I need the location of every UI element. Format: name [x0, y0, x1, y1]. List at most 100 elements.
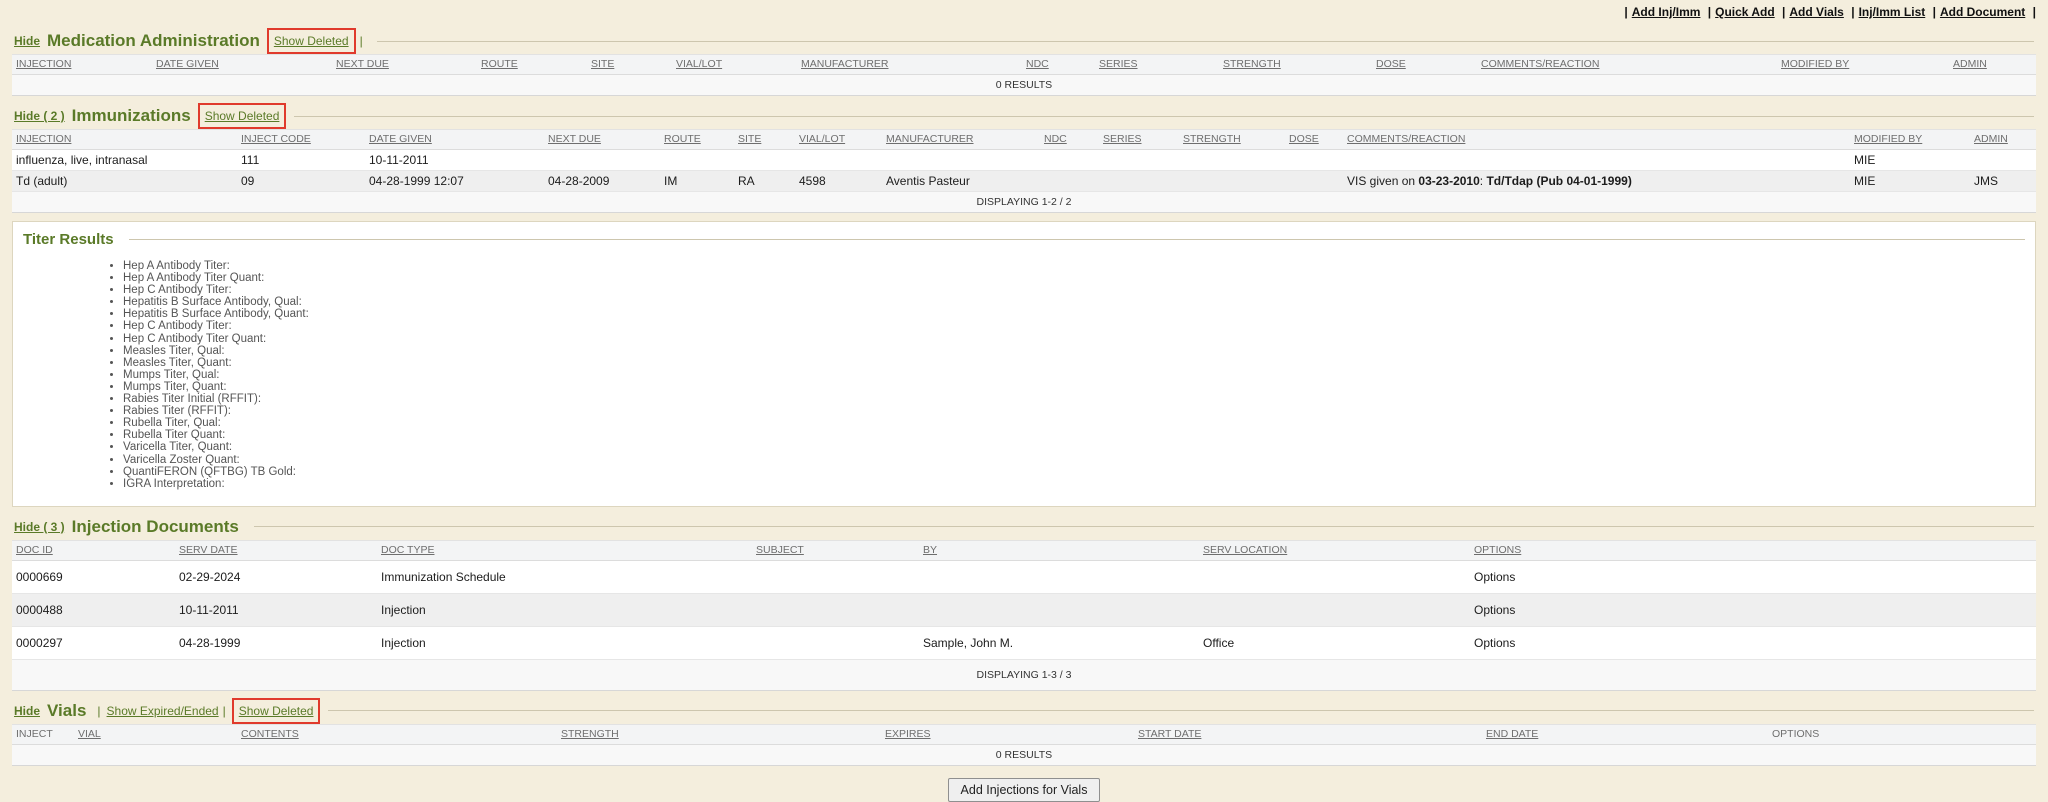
sort-injection[interactable]: INJECTION — [12, 130, 237, 150]
add-document-link[interactable]: Add Document — [1940, 5, 2025, 19]
list-item: Hep C Antibody Titer: — [123, 320, 2035, 332]
site-cell — [734, 150, 795, 171]
sort-vial[interactable]: VIAL — [74, 724, 237, 744]
medication-administration-title: Medication Administration — [47, 31, 260, 51]
sort-expires[interactable]: EXPIRES — [881, 724, 1134, 744]
sort-series[interactable]: SERIES — [1095, 55, 1219, 75]
by-cell — [919, 560, 1199, 593]
sort-subject[interactable]: SUBJECT — [752, 540, 919, 560]
list-item: Mumps Titer, Qual: — [123, 369, 2035, 381]
header-rule — [294, 116, 2034, 117]
table-row[interactable]: 0000488 10-11-2011 Injection Options — [12, 593, 2036, 626]
sort-end-date[interactable]: END DATE — [1482, 724, 1768, 744]
empty-results-row: 0 RESULTS — [12, 744, 2036, 765]
table-row[interactable]: influenza, live, intranasal 111 10-11-20… — [12, 150, 2036, 171]
sort-strength[interactable]: STRENGTH — [1219, 55, 1372, 75]
separator: | — [1933, 5, 1936, 19]
hide-injection-documents-link[interactable]: Hide ( 3 ) — [14, 520, 65, 534]
inj-imm-list-link[interactable]: Inj/Imm List — [1859, 5, 1926, 19]
quick-add-link[interactable]: Quick Add — [1715, 5, 1775, 19]
hide-vials-link[interactable]: Hide — [14, 704, 40, 718]
sort-serv-date[interactable]: SERV DATE — [175, 540, 377, 560]
injection-cell: Td (adult) — [12, 171, 237, 192]
options-menu-link[interactable]: Options — [1470, 593, 2036, 626]
sort-doc-type[interactable]: DOC TYPE — [377, 540, 752, 560]
header-rule — [328, 710, 2034, 711]
immunizations-title: Immunizations — [72, 106, 191, 126]
hide-medication-administration-link[interactable]: Hide — [14, 34, 40, 48]
options-menu-link[interactable]: Options — [1470, 626, 2036, 659]
sort-strength[interactable]: STRENGTH — [1179, 130, 1285, 150]
doc-id-cell: 0000488 — [12, 593, 175, 626]
add-injections-for-vials-button[interactable]: Add Injections for Vials — [948, 778, 1101, 802]
list-item: Hep A Antibody Titer: — [123, 260, 2035, 272]
doc-type-cell: Injection — [377, 593, 752, 626]
sort-modified-by[interactable]: MODIFIED BY — [1777, 55, 1949, 75]
manufacturer-cell — [882, 150, 1040, 171]
doc-type-cell: Injection — [377, 626, 752, 659]
sort-manufacturer[interactable]: MANUFACTURER — [797, 55, 1022, 75]
sort-inject-code[interactable]: INJECT CODE — [237, 130, 365, 150]
sort-date-given[interactable]: DATE GIVEN — [365, 130, 544, 150]
sort-series[interactable]: SERIES — [1099, 130, 1179, 150]
sort-modified-by[interactable]: MODIFIED BY — [1850, 130, 1970, 150]
hide-immunizations-link[interactable]: Hide ( 2 ) — [14, 109, 65, 123]
sort-strength[interactable]: STRENGTH — [557, 724, 881, 744]
sort-injection[interactable]: INJECTION — [12, 55, 152, 75]
titer-results-list: Hep A Antibody Titer: Hep A Antibody Tit… — [13, 260, 2035, 490]
sort-by[interactable]: BY — [919, 540, 1199, 560]
paging-row: DISPLAYING 1-3 / 3 — [12, 659, 2036, 690]
inject-code-cell: 111 — [237, 150, 365, 171]
sort-ndc[interactable]: NDC — [1022, 55, 1095, 75]
sort-admin[interactable]: ADMIN — [1949, 55, 2036, 75]
add-inj-imm-link[interactable]: Add Inj/Imm — [1632, 5, 1701, 19]
sort-dose[interactable]: DOSE — [1372, 55, 1477, 75]
sort-next-due[interactable]: NEXT DUE — [544, 130, 660, 150]
ndc-cell — [1040, 150, 1099, 171]
sort-doc-id[interactable]: DOC ID — [12, 540, 175, 560]
add-vials-link[interactable]: Add Vials — [1789, 5, 1843, 19]
subject-cell — [752, 593, 919, 626]
injection-documents-table: DOC ID SERV DATE DOC TYPE SUBJECT BY SER… — [12, 540, 2036, 691]
subject-cell — [752, 560, 919, 593]
options-menu-link[interactable]: Options — [1470, 560, 2036, 593]
show-deleted-highlight-box: Show Deleted — [267, 28, 356, 54]
show-deleted-medication-link[interactable]: Show Deleted — [274, 34, 349, 48]
show-deleted-vials-link[interactable]: Show Deleted — [239, 704, 314, 718]
show-deleted-immunizations-link[interactable]: Show Deleted — [205, 109, 280, 123]
medication-administration-header: Hide Medication Administration Show Dele… — [0, 30, 2048, 52]
site-cell: RA — [734, 171, 795, 192]
sort-vial-lot[interactable]: VIAL/LOT — [795, 130, 882, 150]
sort-next-due[interactable]: NEXT DUE — [332, 55, 477, 75]
list-item: Rabies Titer (RFFIT): — [123, 405, 2035, 417]
immunizations-header: Hide ( 2 ) Immunizations Show Deleted — [0, 105, 2048, 127]
sort-serv-location[interactable]: SERV LOCATION — [1199, 540, 1470, 560]
sort-site[interactable]: SITE — [587, 55, 672, 75]
sort-ndc[interactable]: NDC — [1040, 130, 1099, 150]
sort-date-given[interactable]: DATE GIVEN — [152, 55, 332, 75]
sort-dose[interactable]: DOSE — [1285, 130, 1343, 150]
sort-vial-lot[interactable]: VIAL/LOT — [672, 55, 797, 75]
sort-route[interactable]: ROUTE — [660, 130, 734, 150]
show-expired-ended-link[interactable]: Show Expired/Ended — [107, 704, 219, 718]
sort-site[interactable]: SITE — [734, 130, 795, 150]
sort-comments-reaction[interactable]: COMMENTS/REACTION — [1343, 130, 1850, 150]
empty-results-row: 0 RESULTS — [12, 75, 2036, 96]
next-due-cell: 04-28-2009 — [544, 171, 660, 192]
sort-start-date[interactable]: START DATE — [1134, 724, 1482, 744]
table-row[interactable]: Td (adult) 09 04-28-1999 12:07 04-28-200… — [12, 171, 2036, 192]
sort-options[interactable]: OPTIONS — [1470, 540, 2036, 560]
table-row[interactable]: 0000297 04-28-1999 Injection Sample, Joh… — [12, 626, 2036, 659]
separator: | — [2033, 5, 2036, 19]
sort-route[interactable]: ROUTE — [477, 55, 587, 75]
sort-contents[interactable]: CONTENTS — [237, 724, 557, 744]
show-deleted-highlight-box: Show Deleted — [232, 698, 321, 724]
list-item: Varicella Zoster Quant: — [123, 454, 2035, 466]
sort-admin[interactable]: ADMIN — [1970, 130, 2036, 150]
table-row[interactable]: 0000669 02-29-2024 Immunization Schedule… — [12, 560, 2036, 593]
show-deleted-highlight-box: Show Deleted — [198, 103, 287, 129]
sort-comments-reaction[interactable]: COMMENTS/REACTION — [1477, 55, 1777, 75]
series-cell — [1099, 150, 1179, 171]
sort-manufacturer[interactable]: MANUFACTURER — [882, 130, 1040, 150]
results-count: 0 RESULTS — [12, 744, 2036, 765]
